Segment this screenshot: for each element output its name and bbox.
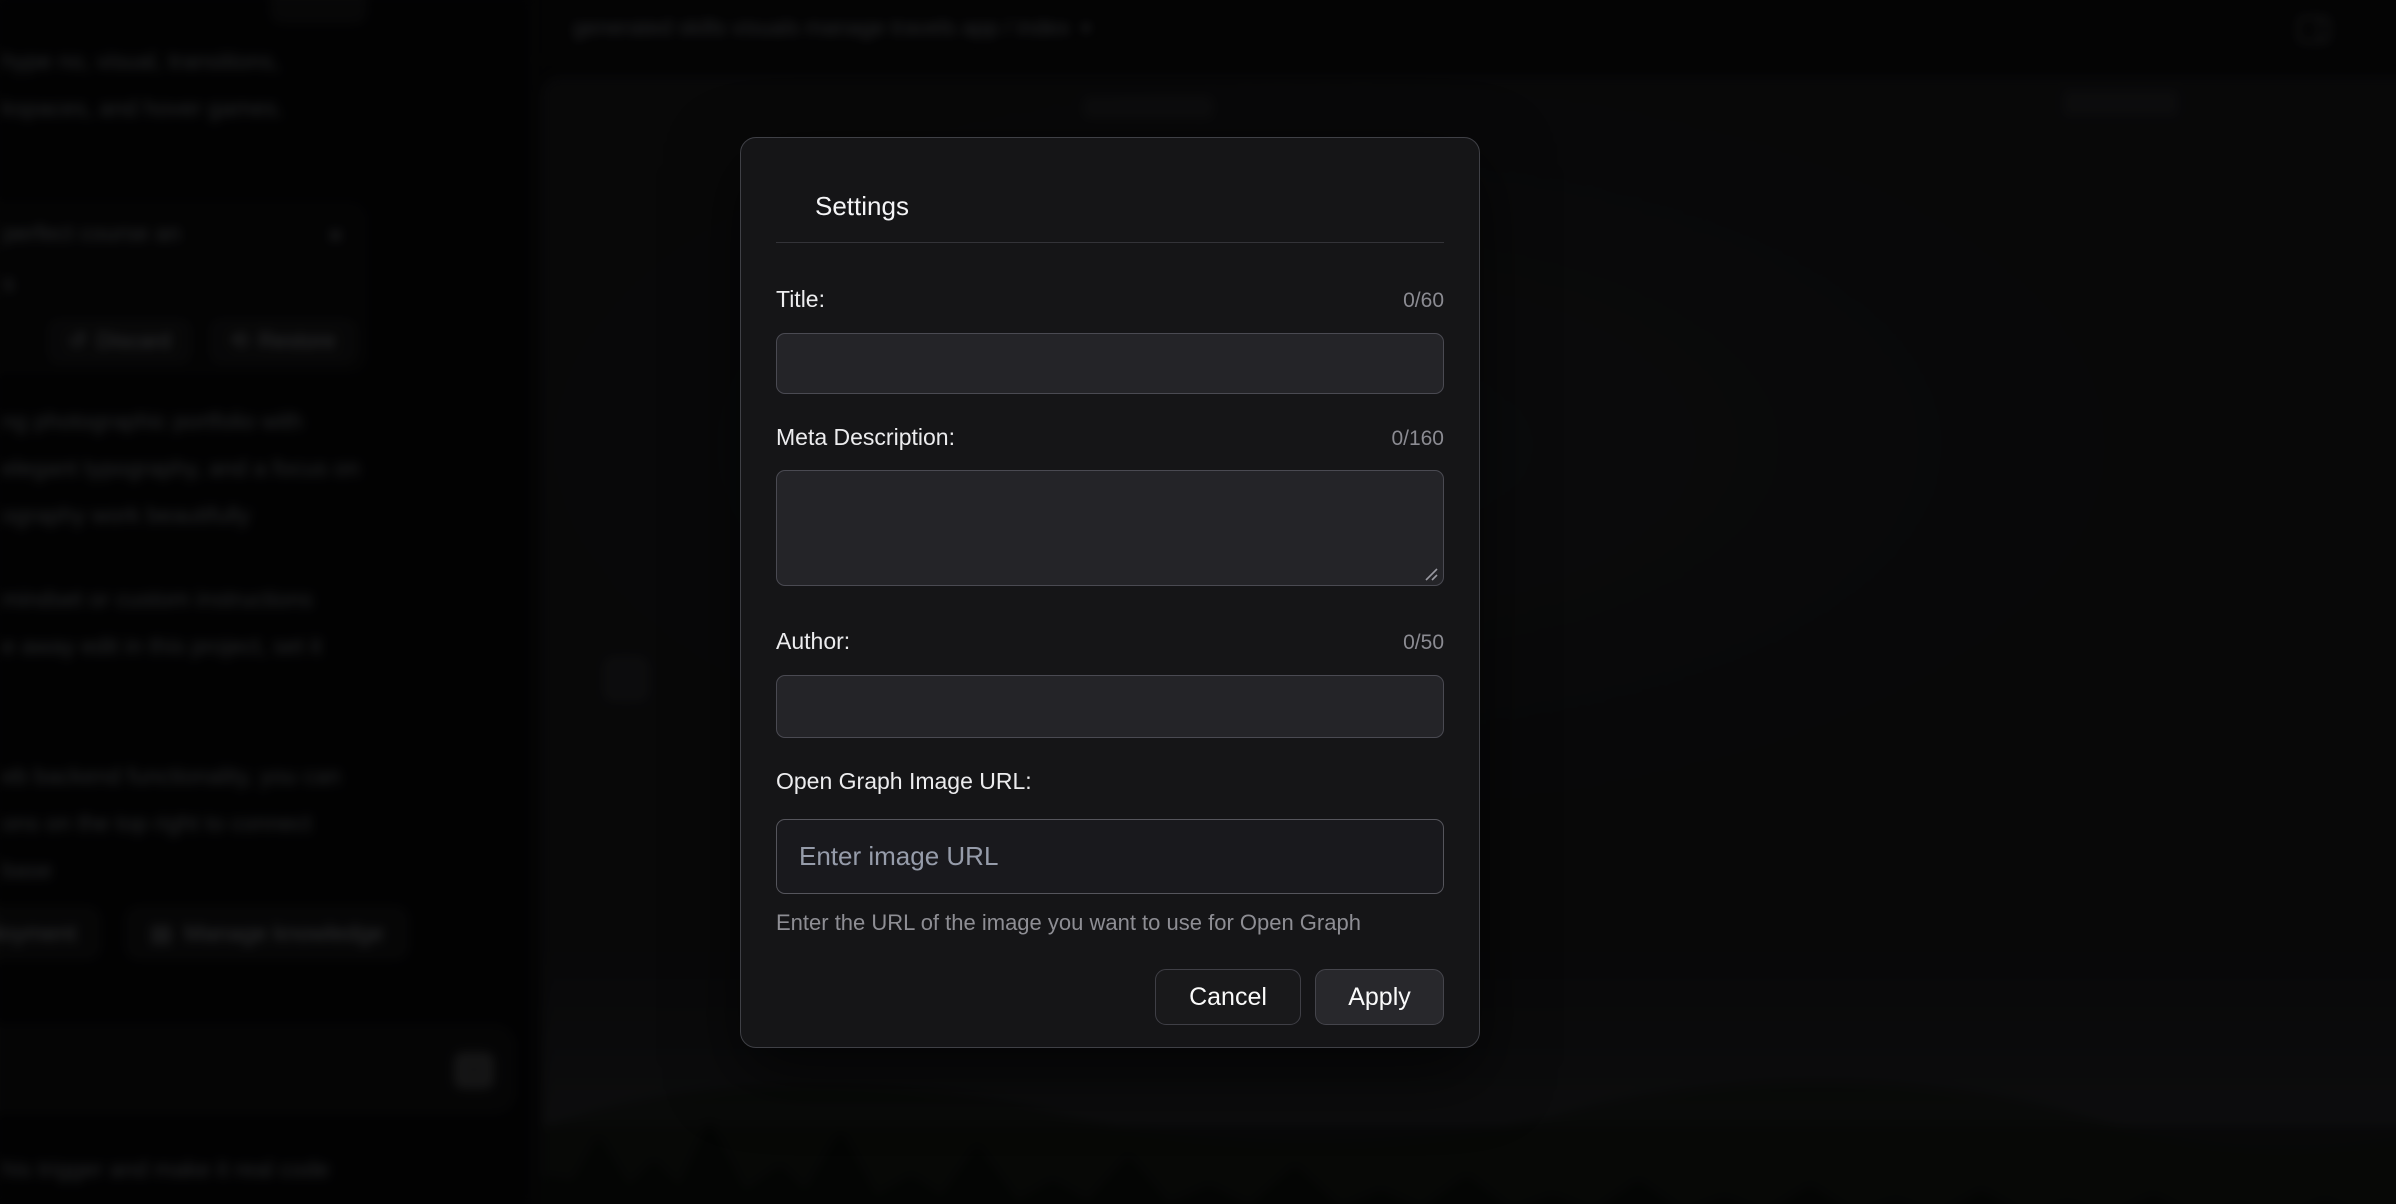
title-counter: 0/60 (1403, 287, 1444, 315)
og-image-url-label: Open Graph Image URL: (776, 767, 1032, 795)
meta-description-label: Meta Description: (776, 423, 955, 451)
dialog-title: Settings (815, 188, 1444, 224)
dialog-divider (776, 242, 1444, 243)
og-image-url-input[interactable] (776, 819, 1444, 894)
title-label: Title: (776, 285, 825, 313)
og-image-url-helper: Enter the URL of the image you want to u… (776, 910, 1444, 936)
meta-description-textarea[interactable] (776, 470, 1444, 586)
settings-dialog: Settings Title: 0/60 Meta Description: 0… (740, 137, 1480, 1048)
app-window: hype no, visual, transitions, kspaces, a… (0, 0, 2396, 1204)
author-input[interactable] (776, 675, 1444, 738)
apply-button[interactable]: Apply (1315, 969, 1444, 1025)
author-label: Author: (776, 627, 850, 655)
cancel-button[interactable]: Cancel (1155, 969, 1301, 1025)
meta-description-counter: 0/160 (1391, 425, 1444, 453)
title-input[interactable] (776, 333, 1444, 394)
author-counter: 0/50 (1403, 629, 1444, 657)
